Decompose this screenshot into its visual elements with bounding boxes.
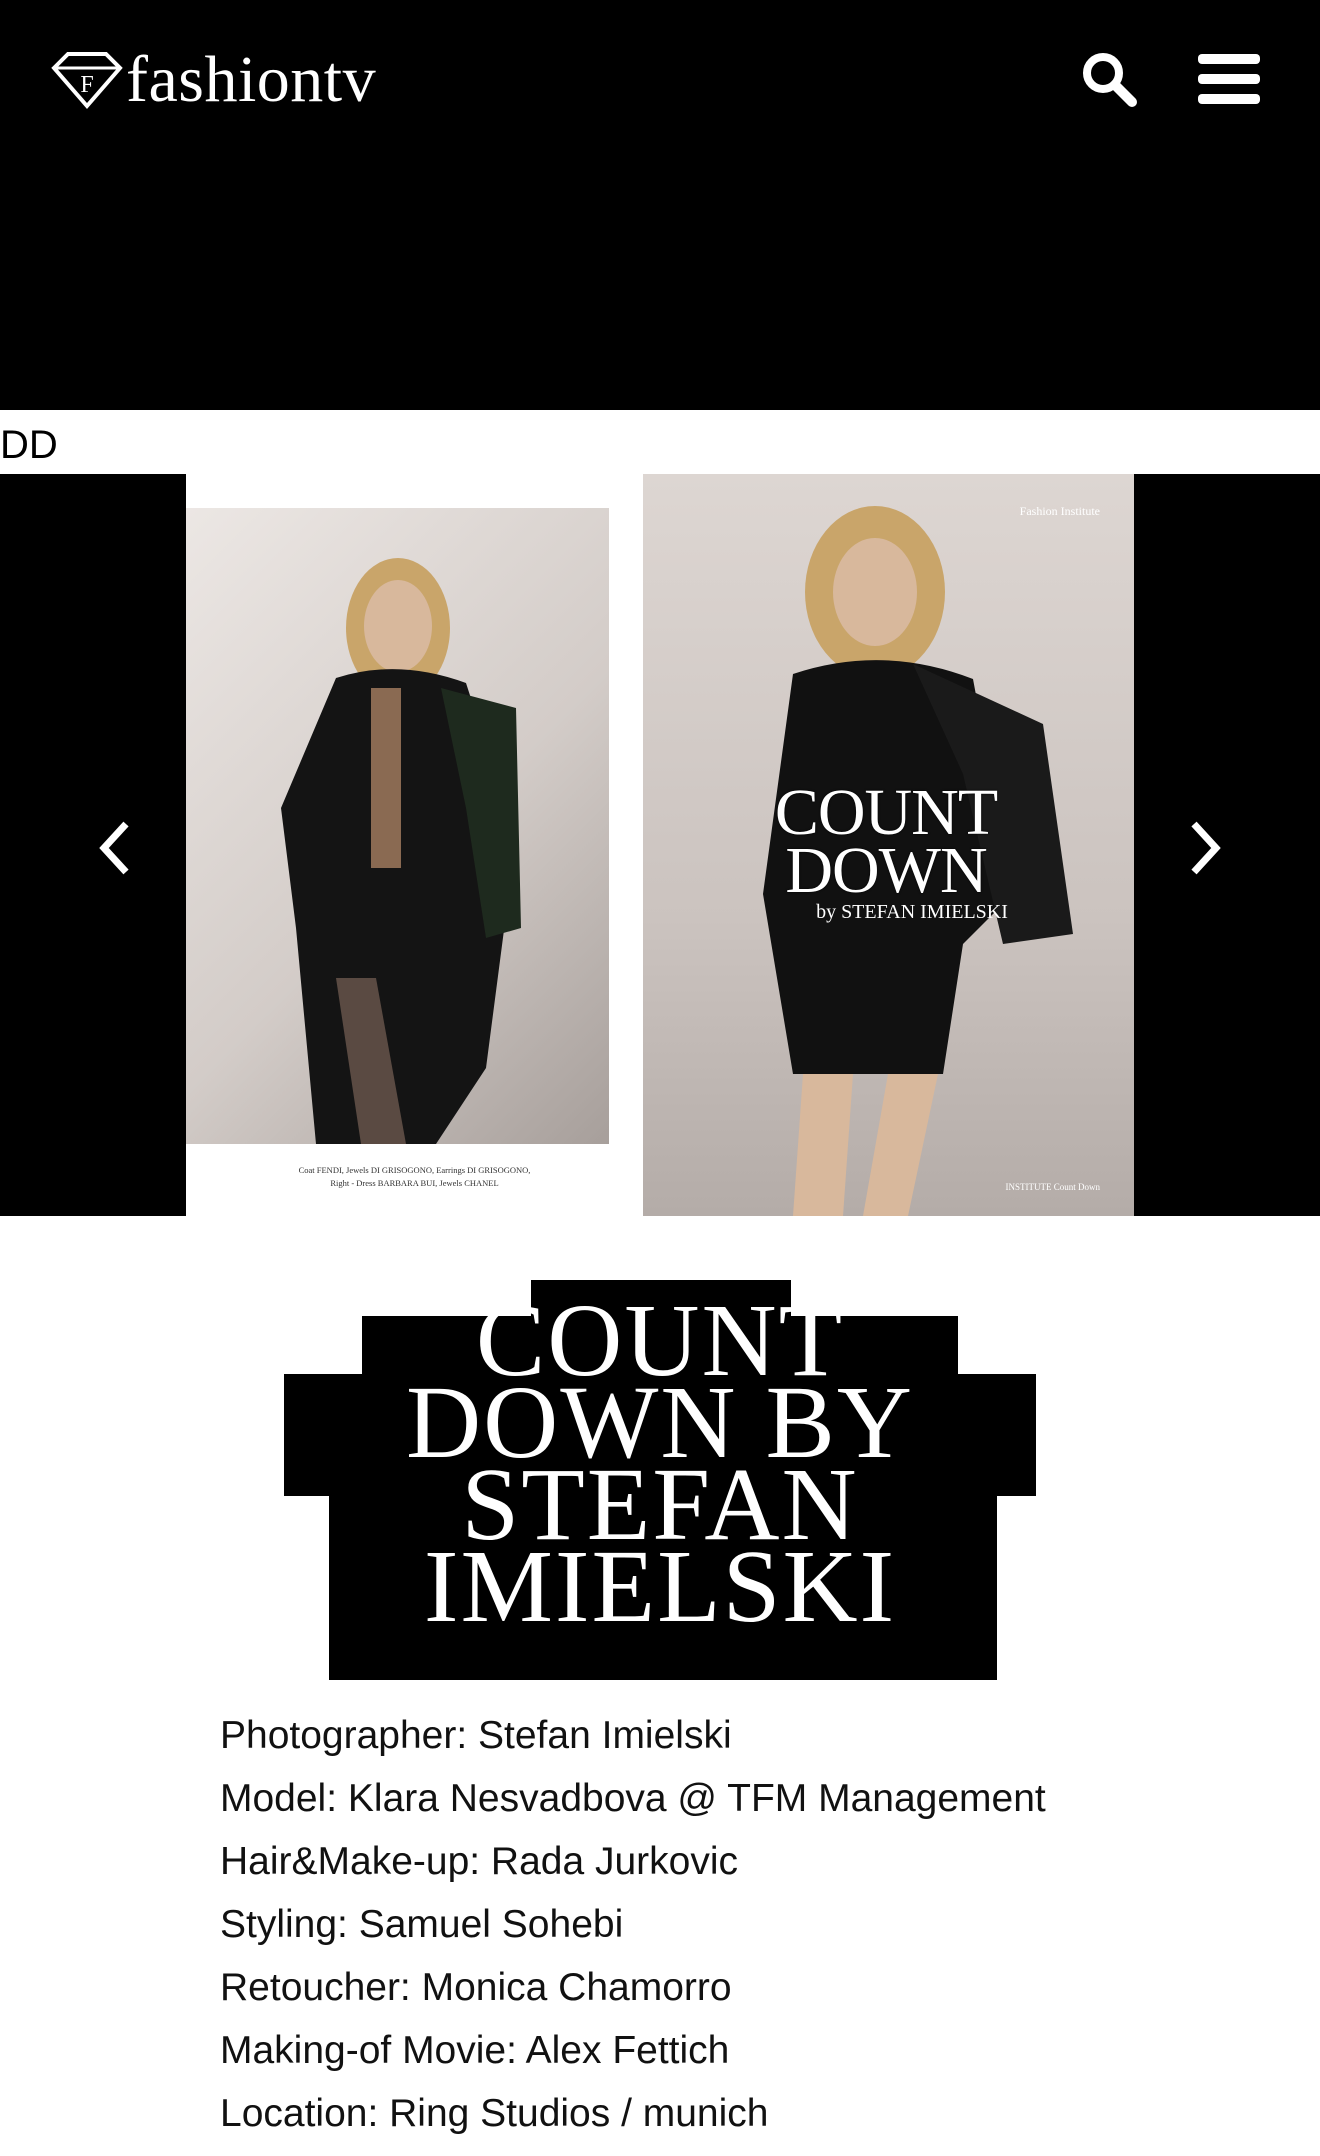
credit-model: Model: Klara Nesvadbova @ TFM Management bbox=[220, 1777, 1046, 1820]
credit-styling: Styling: Samuel Sohebi bbox=[220, 1903, 624, 1946]
photo-credits-caption: Coat FENDI, Jewels DI GRISOGONO, Earring… bbox=[298, 1165, 531, 1188]
chevron-left-icon bbox=[99, 821, 129, 875]
diamond-logo-icon: F bbox=[50, 50, 124, 110]
magazine-page-left: Coat FENDI, Jewels DI GRISOGONO, Earring… bbox=[186, 474, 643, 1216]
article-title: COUNT DOWN BY STEFAN IMIELSKI bbox=[406, 1283, 914, 1644]
magazine-page-footer: INSTITUTE Count Down bbox=[1005, 1182, 1101, 1192]
credit-hair-makeup: Hair&Make-up: Rada Jurkovic bbox=[220, 1840, 739, 1883]
credit-photographer: Photographer: Stefan Imielski bbox=[220, 1714, 732, 1757]
gallery-next-button[interactable] bbox=[1176, 810, 1236, 886]
credit-retoucher: Retoucher: Monica Chamorro bbox=[220, 1966, 732, 2009]
hamburger-menu-icon bbox=[1198, 54, 1260, 104]
magazine-section-tag: Fashion Institute bbox=[1019, 504, 1100, 518]
gallery-prev-button[interactable] bbox=[84, 810, 144, 886]
stray-label: DD bbox=[0, 423, 58, 467]
menu-button[interactable] bbox=[1196, 46, 1262, 112]
credit-location: Location: Ring Studios / munich bbox=[220, 2092, 769, 2135]
chevron-right-icon bbox=[1191, 821, 1221, 875]
fashiontv-logo[interactable]: F fashiontv bbox=[50, 44, 376, 116]
image-gallery-carousel[interactable]: Coat FENDI, Jewels DI GRISOGONO, Earring… bbox=[0, 474, 1320, 1216]
credit-making-of-movie: Making-of Movie: Alex Fettich bbox=[220, 2029, 730, 2072]
search-button[interactable] bbox=[1076, 46, 1142, 112]
article-credits-list: Photographer: Stefan Imielski Model: Kla… bbox=[220, 1704, 1046, 2145]
model-photo-left bbox=[186, 508, 609, 1144]
magazine-cover-page: Fashion Institute COUNT DOWN by STEFAN I… bbox=[643, 474, 1134, 1216]
cover-title: COUNT DOWN by STEFAN IMIELSKI bbox=[774, 776, 1008, 924]
top-navigation-bar: F fashiontv bbox=[0, 0, 1320, 410]
article-title-block: COUNT DOWN BY STEFAN IMIELSKI bbox=[284, 1280, 1036, 1680]
svg-text:F: F bbox=[80, 72, 93, 98]
logo-wordmark: fashiontv bbox=[126, 43, 377, 116]
search-icon bbox=[1083, 53, 1137, 107]
